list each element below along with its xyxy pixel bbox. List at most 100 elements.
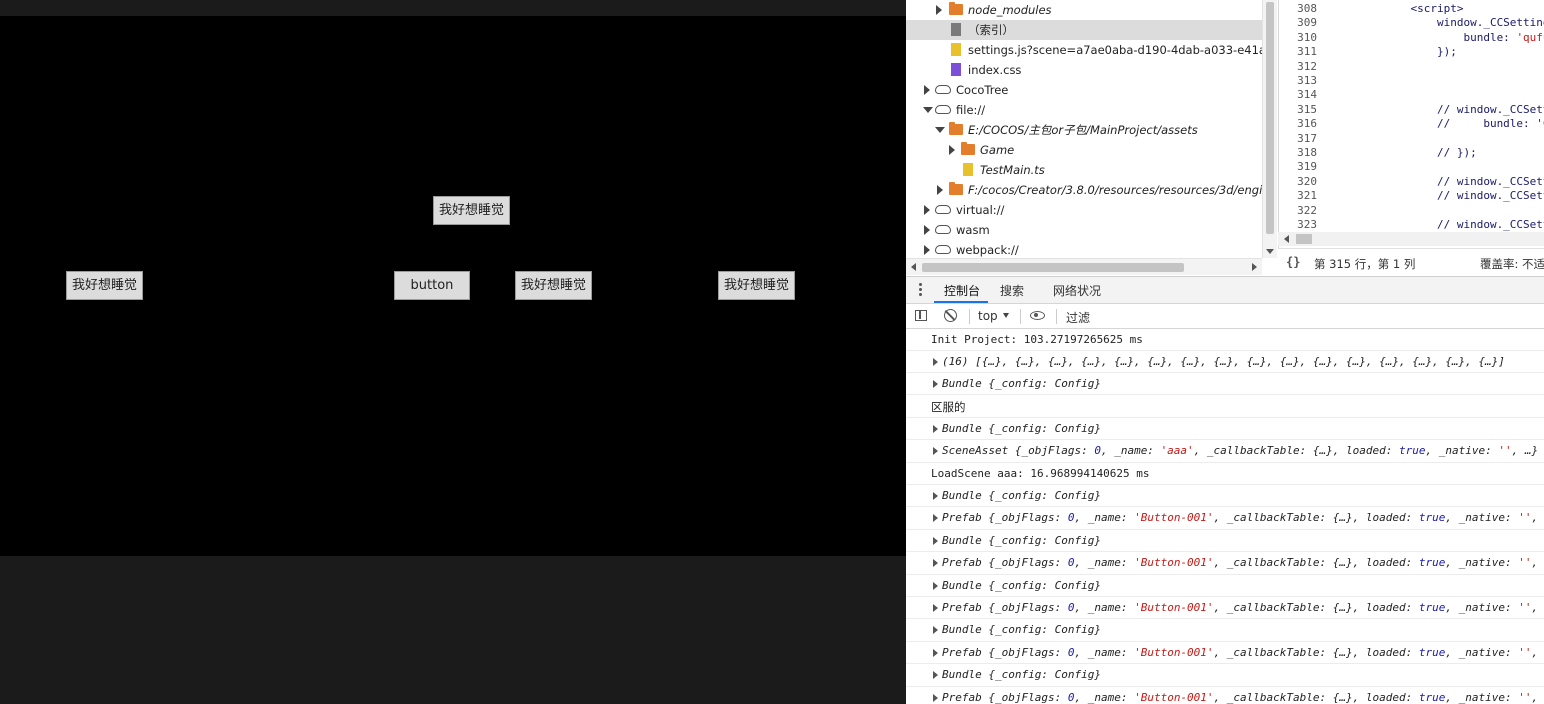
line-number[interactable]: 316	[1279, 117, 1317, 131]
console-message[interactable]: Bundle {_config: Config}	[906, 575, 1544, 597]
expand-arrow-icon[interactable]	[949, 145, 955, 155]
collapse-arrow-icon[interactable]	[935, 127, 945, 133]
game-button[interactable]: 我好想睡觉	[515, 271, 592, 300]
scroll-right-arrow-icon[interactable]	[1252, 263, 1257, 271]
clear-console-icon[interactable]	[944, 309, 957, 322]
scroll-down-arrow-icon[interactable]	[1266, 249, 1274, 254]
expand-arrow-icon[interactable]	[924, 205, 930, 215]
chevron-down-icon[interactable]	[1003, 313, 1009, 318]
tree-item-file-scheme[interactable]: file://	[906, 100, 1262, 120]
scroll-left-arrow-icon[interactable]	[1284, 235, 1289, 243]
scroll-left-arrow-icon[interactable]	[911, 263, 916, 271]
tree-item-wasm[interactable]: wasm	[906, 220, 1262, 240]
line-number[interactable]: 318	[1279, 146, 1317, 160]
tree-item-cocotree[interactable]: CocoTree	[906, 80, 1262, 100]
tree-item-engine-folder[interactable]: F:/cocos/Creator/3.8.0/resources/resourc…	[906, 180, 1262, 200]
line-number[interactable]: 312	[1279, 60, 1317, 74]
expand-arrow-icon[interactable]	[933, 581, 938, 590]
console-message[interactable]: Bundle {_config: Config}	[906, 664, 1544, 687]
console-filter-input[interactable]: 过滤	[1066, 309, 1090, 326]
tree-item-virtual[interactable]: virtual://	[906, 200, 1262, 220]
expand-arrow-icon[interactable]	[933, 693, 938, 702]
console-log[interactable]: Init Project: 103.27197265625 ms (16) [{……	[906, 329, 1544, 704]
more-tabs-icon[interactable]	[919, 283, 922, 298]
line-number[interactable]: 323	[1279, 218, 1317, 232]
line-number[interactable]: 314	[1279, 88, 1317, 102]
code-editor[interactable]: 308 <script> 309 window._CCSetting 310 bun…	[1278, 0, 1544, 248]
expand-arrow-icon[interactable]	[933, 380, 938, 388]
context-selector[interactable]: top	[978, 309, 998, 323]
line-number[interactable]: 319	[1279, 160, 1317, 174]
console-message[interactable]: (16) [{…}, {…}, {…}, {…}, {…}, {…}, {…},…	[906, 351, 1544, 373]
console-message[interactable]: Bundle {_config: Config}	[906, 418, 1544, 441]
tree-item-webpack[interactable]: webpack://	[906, 240, 1262, 260]
console-message[interactable]: Bundle {_config: Config}	[906, 530, 1544, 553]
expand-arrow-icon[interactable]	[933, 514, 938, 523]
expand-arrow-icon[interactable]	[924, 85, 930, 95]
live-expression-eye-icon[interactable]	[1030, 311, 1045, 320]
scrollbar-thumb[interactable]	[922, 263, 1184, 272]
game-button[interactable]: button	[394, 271, 470, 300]
line-number[interactable]: 320	[1279, 175, 1317, 189]
line-number[interactable]: 321	[1279, 189, 1317, 203]
tab-network-conditions[interactable]: 网络状况	[1053, 282, 1101, 299]
pretty-print-button[interactable]: {}	[1286, 255, 1300, 269]
console-message[interactable]: Bundle {_config: Config}	[906, 619, 1544, 642]
console-message[interactable]: Prefab {_objFlags: 0, _name: 'Button-001…	[906, 642, 1544, 665]
expand-arrow-icon[interactable]	[933, 536, 938, 545]
line-number[interactable]: 311	[1279, 45, 1317, 59]
line-number[interactable]: 310	[1279, 31, 1317, 45]
expand-arrow-icon[interactable]	[933, 447, 938, 456]
expand-arrow-icon[interactable]	[936, 5, 942, 15]
line-number[interactable]: 308	[1279, 2, 1317, 16]
expand-arrow-icon[interactable]	[933, 492, 938, 500]
game-button[interactable]: 我好想睡觉	[718, 271, 795, 300]
expand-arrow-icon[interactable]	[933, 671, 938, 680]
console-message[interactable]: SceneAsset {_objFlags: 0, _name: 'aaa', …	[906, 440, 1544, 463]
expand-arrow-icon[interactable]	[933, 626, 938, 635]
console-message[interactable]: Bundle {_config: Config}	[906, 485, 1544, 508]
tab-search[interactable]: 搜索	[1000, 282, 1024, 299]
expand-arrow-icon[interactable]	[933, 604, 938, 612]
scrollbar-thumb[interactable]	[1296, 234, 1312, 244]
expand-arrow-icon[interactable]	[933, 648, 938, 657]
file-tree-horizontal-scrollbar[interactable]	[906, 258, 1262, 275]
code-line: 314	[1279, 88, 1544, 102]
line-number[interactable]: 313	[1279, 74, 1317, 88]
editor-horizontal-scrollbar[interactable]	[1278, 232, 1544, 246]
tree-item-testmain[interactable]: TestMain.ts	[906, 160, 1262, 180]
tree-item-index[interactable]: （索引）	[906, 20, 1262, 40]
code-line: 313	[1279, 74, 1544, 88]
tab-console[interactable]: 控制台	[944, 282, 980, 299]
console-message[interactable]: Prefab {_objFlags: 0, _name: 'Button-001…	[906, 507, 1544, 530]
expand-arrow-icon[interactable]	[937, 185, 943, 195]
console-message-text: Prefab {_objFlags: 0, _name: 'Button-001…	[942, 556, 1544, 570]
expand-arrow-icon[interactable]	[933, 559, 938, 568]
scrollbar-thumb[interactable]	[1266, 2, 1274, 234]
tree-item-settings-js[interactable]: settings.js?scene=a7ae0aba-d190-4dab-a03…	[906, 40, 1262, 60]
tree-item-node-modules[interactable]: node_modules	[906, 0, 1262, 20]
game-button[interactable]: 我好想睡觉	[66, 271, 143, 300]
tree-item-index-css[interactable]: index.css	[906, 60, 1262, 80]
line-number[interactable]: 309	[1279, 16, 1317, 30]
console-message-text: SceneAsset {_objFlags: 0, _name: 'aaa', …	[942, 444, 1539, 458]
expand-arrow-icon[interactable]	[924, 245, 930, 255]
console-message[interactable]: Prefab {_objFlags: 0, _name: 'Button-001…	[906, 687, 1544, 704]
expand-arrow-icon[interactable]	[924, 225, 930, 235]
console-message[interactable]: Prefab {_objFlags: 0, _name: 'Button-001…	[906, 597, 1544, 620]
line-number[interactable]: 315	[1279, 103, 1317, 117]
show-sidebar-icon[interactable]	[915, 310, 927, 321]
file-tree-vertical-scrollbar[interactable]	[1262, 0, 1277, 258]
console-message[interactable]: Bundle {_config: Config}	[906, 373, 1544, 396]
game-button[interactable]: 我好想睡觉	[433, 196, 510, 225]
collapse-arrow-icon[interactable]	[923, 107, 933, 113]
tree-item-game-folder[interactable]: Game	[906, 140, 1262, 160]
console-message[interactable]: Prefab {_objFlags: 0, _name: 'Button-001…	[906, 552, 1544, 575]
game-canvas[interactable]: 我好想睡觉 button 我好想睡觉 我好想睡觉 我好想睡觉	[0, 16, 906, 556]
expand-arrow-icon[interactable]	[933, 424, 938, 433]
file-tree[interactable]: node_modules （索引） settings.js?scene=a7ae…	[906, 0, 1262, 276]
expand-arrow-icon[interactable]	[933, 358, 938, 366]
tree-item-assets-folder[interactable]: E:/COCOS/主包or子包/MainProject/assets	[906, 120, 1262, 140]
line-number[interactable]: 317	[1279, 132, 1317, 146]
line-number[interactable]: 322	[1279, 204, 1317, 218]
